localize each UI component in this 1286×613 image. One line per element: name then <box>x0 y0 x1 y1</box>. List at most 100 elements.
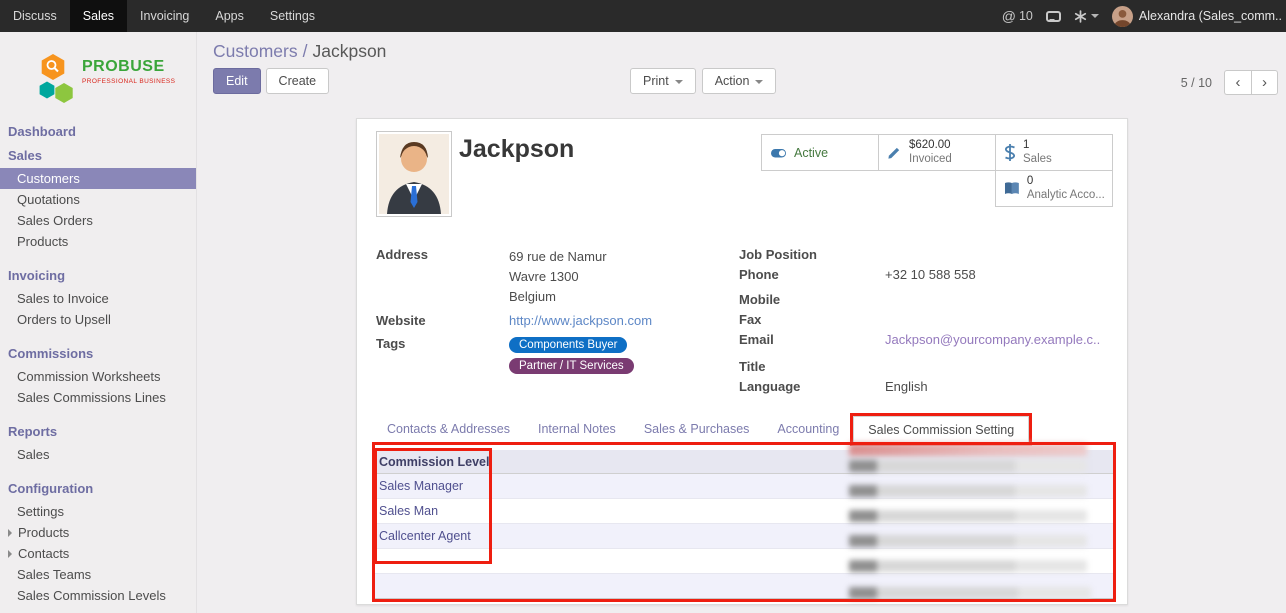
tab-internal-notes[interactable]: Internal Notes <box>524 416 630 442</box>
topbar-menu-apps[interactable]: Apps <box>202 0 257 32</box>
debug-menu[interactable] <box>1074 10 1099 23</box>
chevron-down-icon <box>1091 14 1099 22</box>
topbar-menu-invoicing[interactable]: Invoicing <box>127 0 202 32</box>
sidebar-section-configuration[interactable]: Configuration <box>0 477 196 501</box>
right-field-column: Job Position Phone +32 10 588 558 Mobile… <box>739 247 1109 399</box>
sales-label: Sales <box>1023 153 1052 167</box>
sidebar-item-label: Quotations <box>17 189 80 210</box>
sidebar-section-dashboard[interactable]: Dashboard <box>0 120 196 144</box>
logo-tagline: PROFESSIONAL BUSINESS <box>82 78 175 85</box>
topbar-right: @ 10 Alexandra (Sales_comm.. <box>1002 0 1286 32</box>
pager-next-button[interactable]: › <box>1251 70 1278 95</box>
sidebar-item-sales-commission-levels[interactable]: Sales Commission Levels <box>0 585 196 606</box>
title-label: Title <box>739 359 885 375</box>
create-button[interactable]: Create <box>266 68 330 94</box>
mobile-label: Mobile <box>739 292 885 308</box>
record-title: Jackpson <box>459 135 574 164</box>
sidebar-item-commission-worksheets[interactable]: Commission Worksheets <box>0 366 196 387</box>
sidebar-item-sales-teams[interactable]: Sales Teams <box>0 564 196 585</box>
sidebar-item-customers[interactable]: Customers <box>0 168 196 189</box>
address-value: 69 rue de Namur Wavre 1300 Belgium <box>509 247 721 307</box>
address-street: 69 rue de Namur <box>509 247 721 267</box>
tag-components-buyer: Components Buyer <box>509 337 627 353</box>
table-row-sales-man[interactable]: Sales Man <box>373 499 1114 524</box>
tab-accounting[interactable]: Accounting <box>763 416 853 442</box>
asterisk-icon <box>1074 10 1087 23</box>
logo-name: PROBUSE <box>82 58 175 76</box>
address-label: Address <box>376 247 509 307</box>
logo-text: PROBUSE PROFESSIONAL BUSINESS <box>82 52 175 85</box>
sidebar-item-contacts-config[interactable]: Contacts <box>0 543 196 564</box>
topbar-menu-discuss[interactable]: Discuss <box>0 0 70 32</box>
sidebar-item-label: Contacts <box>18 543 69 564</box>
sales-count: 1 <box>1023 139 1052 153</box>
tab-sales-purchases[interactable]: Sales & Purchases <box>630 416 764 442</box>
contact-photo[interactable] <box>376 131 452 217</box>
action-buttons: Print Action <box>630 68 776 94</box>
sidebar-item-sales-report[interactable]: Sales <box>0 444 196 465</box>
table-row-sales-manager[interactable]: Sales Manager <box>373 474 1114 499</box>
sidebar-section-reports[interactable]: Reports <box>0 420 196 444</box>
sidebar-item-label: Commission Worksheets <box>17 366 161 387</box>
job-position-value <box>885 247 1109 263</box>
notebook-tabs: Contacts & Addresses Internal Notes Sale… <box>373 416 1112 443</box>
active-stat-label: Active <box>794 146 828 160</box>
topbar-menu-sales[interactable]: Sales <box>70 0 127 32</box>
tab-contacts-addresses[interactable]: Contacts & Addresses <box>373 416 524 442</box>
sidebar-item-sales-orders[interactable]: Sales Orders <box>0 210 196 231</box>
mention-count: 10 <box>1019 9 1033 23</box>
sidebar-item-products[interactable]: Products <box>0 231 196 252</box>
sidebar-item-quotations[interactable]: Quotations <box>0 189 196 210</box>
print-dropdown[interactable]: Print <box>630 68 696 94</box>
pencil-icon <box>887 145 902 160</box>
sidebar-section-commissions[interactable]: Commissions <box>0 342 196 366</box>
active-stat-button[interactable]: Active <box>761 134 879 171</box>
sidebar-item-label: Settings <box>17 501 64 522</box>
sidebar-section-invoicing[interactable]: Invoicing <box>0 264 196 288</box>
app-logo[interactable]: PROBUSE PROFESSIONAL BUSINESS <box>0 32 196 116</box>
chevron-right-icon <box>8 550 16 558</box>
sales-stat-button[interactable]: 1Sales <box>995 134 1113 171</box>
sidebar-item-label: Orders to Upsell <box>17 309 111 330</box>
pager: 5 / 10 ‹ › <box>1181 70 1278 95</box>
pager-count: 5 / 10 <box>1181 76 1212 90</box>
sidebar-item-label: Customers <box>17 168 80 189</box>
table-row-empty[interactable] <box>373 574 1114 599</box>
email-link[interactable]: Jackpson@yourcompany.example.c.. <box>885 332 1100 347</box>
chevron-down-icon <box>675 80 683 88</box>
left-field-column: Address 69 rue de Namur Wavre 1300 Belgi… <box>376 247 721 382</box>
breadcrumb-customers-link[interactable]: Customers <box>213 41 298 61</box>
analytic-stat-button[interactable]: 0Analytic Acco... <box>995 170 1113 207</box>
address-city: Wavre 1300 <box>509 267 721 287</box>
sidebar-section-sales[interactable]: Sales <box>0 144 196 168</box>
language-value: English <box>885 379 1109 395</box>
website-link[interactable]: http://www.jackpson.com <box>509 313 652 328</box>
commission-level-cell: Sales Man <box>379 504 438 518</box>
sidebar-item-settings[interactable]: Settings <box>0 501 196 522</box>
sidebar-item-sales-to-invoice[interactable]: Sales to Invoice <box>0 288 196 309</box>
active-toggle-icon <box>770 145 787 161</box>
tab-sales-commission-setting[interactable]: Sales Commission Setting <box>853 416 1029 443</box>
action-dropdown[interactable]: Action <box>702 68 777 94</box>
sidebar-item-label: Products <box>18 522 69 543</box>
table-row-empty[interactable] <box>373 549 1114 574</box>
email-label: Email <box>739 332 885 353</box>
topbar-menu-settings[interactable]: Settings <box>257 0 328 32</box>
invoiced-stat-button[interactable]: $620.00Invoiced <box>878 134 996 171</box>
phone-label: Phone <box>739 267 885 288</box>
table-header-row: Commission Level <box>373 450 1114 474</box>
stat-buttons: Active $620.00Invoiced 1Sales 0Analytic … <box>757 134 1113 206</box>
phone-value: +32 10 588 558 <box>885 267 1109 288</box>
book-icon <box>1004 181 1020 196</box>
messages-icon[interactable] <box>1046 11 1061 22</box>
commission-level-cell: Sales Manager <box>379 479 463 493</box>
user-menu[interactable]: Alexandra (Sales_comm.. <box>1112 6 1282 27</box>
mentions-counter[interactable]: @ 10 <box>1002 8 1033 24</box>
sidebar-item-orders-to-upsell[interactable]: Orders to Upsell <box>0 309 196 330</box>
sidebar-item-products-config[interactable]: Products <box>0 522 196 543</box>
edit-button[interactable]: Edit <box>213 68 261 94</box>
pager-previous-button[interactable]: ‹ <box>1224 70 1251 95</box>
table-row-callcenter-agent[interactable]: Callcenter Agent <box>373 524 1114 549</box>
dollar-icon <box>1004 144 1016 161</box>
sidebar-item-sales-commissions-lines[interactable]: Sales Commissions Lines <box>0 387 196 408</box>
